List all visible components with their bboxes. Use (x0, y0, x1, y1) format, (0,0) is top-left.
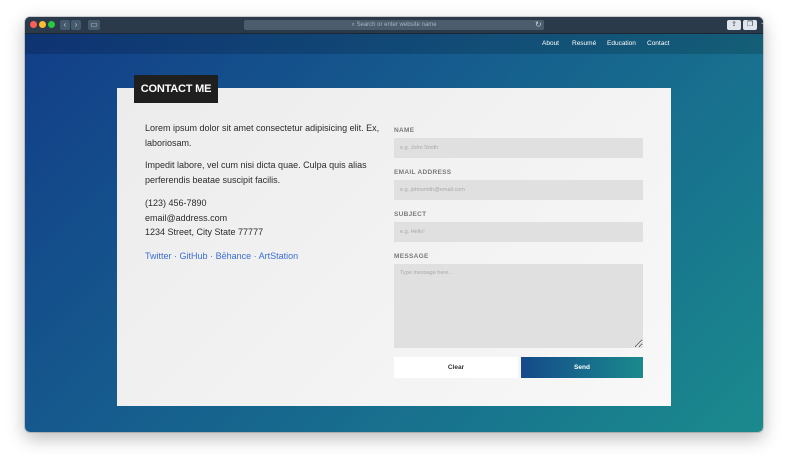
search-icon: ⌕ (351, 22, 355, 28)
email-label: EMAIL ADDRESS (394, 169, 452, 176)
link-separator: · (253, 251, 257, 261)
twitter-link[interactable]: Twitter (145, 251, 172, 261)
name-label: NAME (394, 127, 415, 134)
sidebar-toggle-icon[interactable]: ▭ (88, 20, 100, 30)
behance-link[interactable]: Bēhance (216, 251, 252, 261)
nav-education[interactable]: Education (607, 34, 636, 54)
name-input[interactable] (394, 138, 643, 158)
link-separator: · (210, 251, 214, 261)
email-address: email@address.com (145, 213, 228, 223)
browser-toolbar: ‹ › ▭ ⌕ Search or enter website name ↻ ⇪… (25, 17, 763, 34)
contact-heading: CONTACT ME (134, 75, 218, 103)
tabs-overview-icon[interactable]: ❐ (743, 20, 757, 30)
new-tab-icon[interactable]: + (761, 20, 763, 30)
close-window-button[interactable] (30, 21, 37, 28)
send-button[interactable]: Send (521, 357, 643, 378)
address-bar[interactable]: ⌕ Search or enter website name (244, 20, 544, 30)
back-icon[interactable]: ‹ (60, 20, 70, 30)
minimize-window-button[interactable] (39, 21, 46, 28)
message-textarea[interactable] (394, 264, 643, 348)
github-link[interactable]: GitHub (180, 251, 208, 261)
browser-window: ‹ › ▭ ⌕ Search or enter website name ↻ ⇪… (25, 17, 763, 432)
social-links: Twitter · GitHub · Bēhance · ArtStation (145, 249, 298, 263)
artstation-link[interactable]: ArtStation (259, 251, 299, 261)
intro-paragraph-1: Lorem ipsum dolor sit amet consectetur a… (145, 123, 380, 148)
nav-about[interactable]: About (542, 34, 559, 54)
subject-input[interactable] (394, 222, 643, 242)
site-navigation: About Resumé Education Contact (25, 34, 763, 54)
share-icon[interactable]: ⇪ (727, 20, 741, 30)
subject-label: SUBJECT (394, 211, 427, 218)
phone-number: (123) 456-7890 (145, 198, 207, 208)
forward-icon[interactable]: › (71, 20, 81, 30)
link-separator: · (174, 251, 178, 261)
reload-icon[interactable]: ↻ (535, 20, 545, 30)
zoom-window-button[interactable] (48, 21, 55, 28)
nav-contact[interactable]: Contact (647, 34, 669, 54)
nav-resume[interactable]: Resumé (572, 34, 596, 54)
intro-paragraph-2: Impedit labore, vel cum nisi dicta quae.… (145, 160, 367, 185)
street-address: 1234 Street, City State 77777 (145, 227, 264, 237)
email-input[interactable] (394, 180, 643, 200)
message-label: MESSAGE (394, 253, 429, 260)
clear-button[interactable]: Clear (394, 357, 518, 378)
address-placeholder: Search or enter website name (356, 22, 437, 28)
